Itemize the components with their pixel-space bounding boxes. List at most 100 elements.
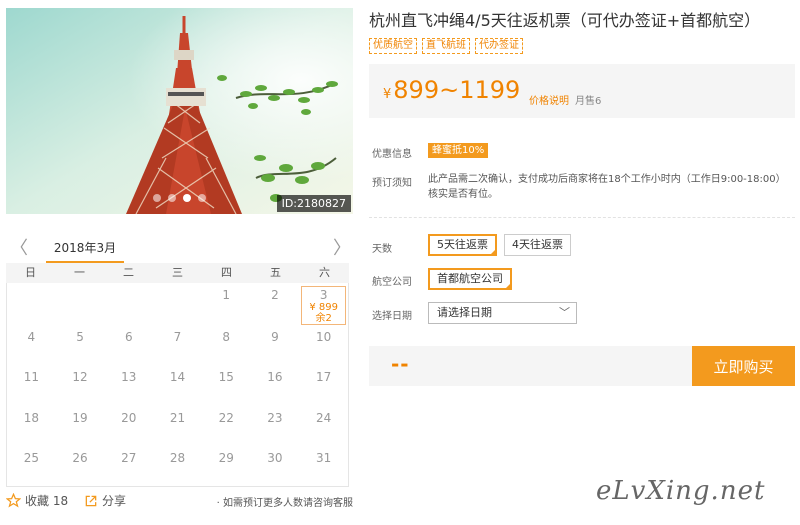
calendar-day[interactable]: 13: [104, 365, 153, 405]
site-watermark: eLvXing.net: [596, 476, 766, 506]
calendar-day-number: 10: [316, 330, 332, 344]
calendar-day-number: 9: [271, 330, 279, 344]
days-label: 天数: [372, 244, 392, 255]
calendar-day-number: 7: [173, 330, 182, 344]
prev-month-chevron-icon[interactable]: 〈: [10, 239, 28, 259]
calendar-day-number: 6: [124, 330, 133, 344]
calendar-day-number: 14: [169, 370, 186, 385]
calendar-day[interactable]: 18: [7, 406, 56, 446]
calendar-day[interactable]: 7: [153, 325, 202, 365]
calendar-day[interactable]: 21: [153, 406, 202, 446]
chevron-down-icon: ﹀: [559, 306, 570, 319]
calendar-day[interactable]: 4: [7, 325, 56, 365]
calendar-day-number: 19: [72, 410, 88, 425]
calendar-weekday: 三: [172, 266, 183, 279]
calendar-empty-cell: [56, 283, 105, 325]
calendar-day[interactable]: 24: [299, 406, 348, 446]
bottom-action-bar: 收藏 18 分享 · 如需预订更多人数请咨询客服: [6, 492, 353, 510]
calendar-day-number: 25: [23, 450, 39, 465]
calendar-weekday: 一: [74, 266, 85, 279]
calendar-day[interactable]: 20: [104, 406, 153, 446]
calendar-day[interactable]: 14: [153, 365, 202, 405]
calendar-day[interactable]: 22: [202, 406, 251, 446]
product-tag: 代办签证: [475, 38, 523, 54]
calendar-day[interactable]: 1: [202, 283, 251, 325]
calendar-day[interactable]: 6: [104, 325, 153, 365]
calendar-day[interactable]: 15: [202, 365, 251, 405]
carousel-dot[interactable]: [198, 194, 206, 202]
service-tip: · 如需预订更多人数请咨询客服: [216, 498, 353, 509]
calendar-weekday: 日: [25, 266, 36, 279]
calendar-day-number: 12: [72, 370, 88, 385]
calendar-day-number: 20: [121, 410, 137, 425]
calendar-day-number: 11: [23, 370, 39, 385]
carousel-dot-active[interactable]: [183, 194, 191, 202]
calendar-weekday: 四: [221, 266, 232, 279]
product-tag: 直飞航班: [422, 38, 470, 54]
price-note-link[interactable]: 价格说明: [529, 92, 569, 107]
next-month-chevron-icon[interactable]: 〉: [333, 239, 351, 259]
favorite-button[interactable]: 收藏 18: [6, 492, 68, 509]
calendar-day-number: 17: [316, 370, 332, 385]
calendar-day[interactable]: 16: [251, 365, 300, 405]
promo-badge: 蜂蜜抵10%: [428, 143, 489, 158]
calendar-day-number: 2: [271, 288, 279, 302]
calendar-day-number: 31: [316, 450, 332, 465]
calendar-day[interactable]: 5: [56, 325, 105, 365]
calendar-day[interactable]: 19: [56, 406, 105, 446]
calendar-day-price: ¥ 899: [309, 302, 338, 313]
calendar-weekday: 五: [270, 266, 281, 279]
calendar-day-number: 26: [72, 450, 88, 465]
calendar-day[interactable]: 27: [104, 446, 153, 486]
currency-symbol: ¥: [383, 87, 392, 102]
airline-option-capital[interactable]: 首都航空公司: [428, 268, 512, 290]
calendar-weekday-row: 日一二三四五六: [6, 263, 349, 283]
date-select[interactable]: 请选择日期 ﹀: [428, 302, 577, 324]
price-range: ¥899~1199: [383, 75, 520, 110]
date-select-placeholder: 请选择日期: [437, 306, 492, 319]
calendar-day[interactable]: 10: [299, 325, 348, 365]
calendar-weekday: 六: [319, 266, 330, 279]
calendar-day[interactable]: 8: [202, 325, 251, 365]
product-tags: 优质航空 直飞航班 代办签证: [369, 38, 523, 54]
calendar-day[interactable]: 26: [56, 446, 105, 486]
tokyo-tower-photo: [6, 8, 353, 214]
calendar-day[interactable]: 30: [251, 446, 300, 486]
calendar-day[interactable]: 31: [299, 446, 348, 486]
booking-notice-text: 此产品需二次确认，支付成功后商家将在18个工作小时内（工作日9:00-18:00…: [428, 174, 786, 200]
calendar-day[interactable]: 12: [56, 365, 105, 405]
favorite-label: 收藏 18: [25, 494, 69, 508]
calendar-empty-cell: [153, 283, 202, 325]
carousel-dot[interactable]: [153, 194, 161, 202]
booking-notice-label: 预订须知: [372, 178, 412, 189]
calendar-day-number: 30: [267, 450, 283, 465]
airline-label: 航空公司: [372, 277, 412, 288]
days-option-4-day[interactable]: 4天往返票: [504, 234, 571, 256]
calendar-day[interactable]: 29: [202, 446, 251, 486]
calendar-day-number: 5: [76, 330, 84, 344]
calendar-day-number: 4: [27, 330, 36, 344]
share-label: 分享: [102, 494, 127, 508]
calendar-day-available[interactable]: 3 ¥ 899 余2: [301, 286, 346, 325]
calendar-month-tab[interactable]: 2018年3月: [46, 238, 124, 258]
calendar-day-number: 29: [218, 450, 234, 465]
calendar-day[interactable]: 2: [251, 283, 300, 325]
carousel-dot[interactable]: [168, 194, 176, 202]
calendar-day[interactable]: 25: [7, 446, 56, 486]
calendar-day[interactable]: 23: [251, 406, 300, 446]
calendar-day[interactable]: 17: [299, 365, 348, 405]
days-option-5-day[interactable]: 5天往返票: [428, 234, 497, 256]
buy-now-button[interactable]: 立即购买: [692, 346, 795, 386]
calendar-day-number: 21: [169, 410, 186, 425]
calendar-day[interactable]: 9: [251, 325, 300, 365]
calendar-day-number: 27: [121, 450, 137, 465]
image-id-label: ID:2180827: [276, 195, 351, 212]
calendar-day-number: 23: [267, 410, 283, 425]
calendar-day-number: 24: [316, 410, 332, 425]
share-button[interactable]: 分享: [84, 492, 126, 509]
calendar-day[interactable]: 28: [153, 446, 202, 486]
calendar-day-number: 3: [319, 288, 328, 302]
calendar-day-remaining: 余2: [315, 313, 332, 324]
product-image[interactable]: ID:2180827: [6, 8, 353, 214]
calendar-day[interactable]: 11: [7, 365, 56, 405]
